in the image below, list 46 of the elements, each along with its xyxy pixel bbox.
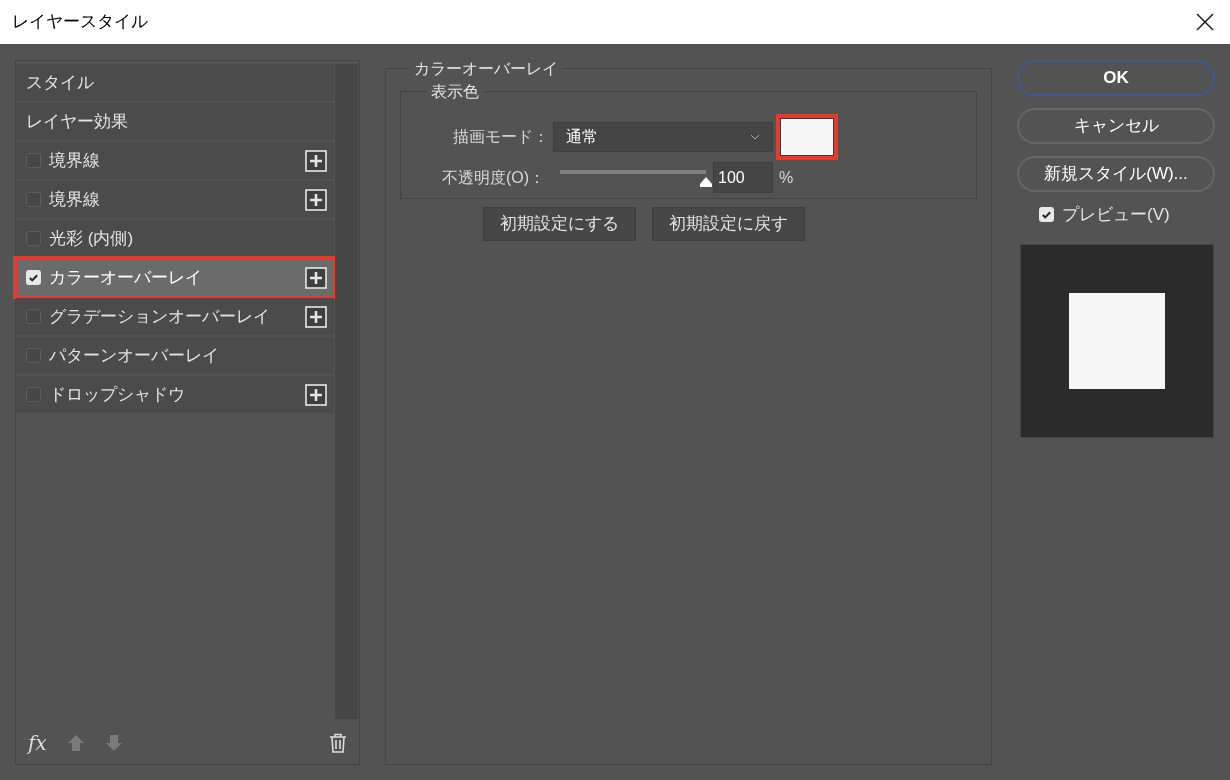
cancel-button[interactable]: キャンセル xyxy=(1017,108,1215,144)
reset-button[interactable]: 初期設定に戻す xyxy=(651,207,805,241)
plus-icon[interactable] xyxy=(305,383,327,406)
plus-icon[interactable] xyxy=(305,305,327,328)
style-label: 境界線 xyxy=(49,149,101,172)
style-list-item[interactable]: ドロップシャドウ xyxy=(16,376,334,413)
style-label: 境界線 xyxy=(49,188,101,211)
style-label: カラーオーバーレイ xyxy=(49,266,203,289)
style-list-item[interactable]: 光彩 (内側) xyxy=(16,220,334,257)
blend-mode-label: 描画モード： xyxy=(452,127,550,147)
style-label: グラデーションオーバーレイ xyxy=(49,305,271,328)
reset-button[interactable]: 初期設定にする xyxy=(482,207,636,241)
style-label: スタイル xyxy=(26,71,95,94)
opacity-input[interactable]: 100 xyxy=(713,162,773,193)
plus-icon[interactable] xyxy=(305,266,327,289)
style-list-item[interactable]: グラデーションオーバーレイ xyxy=(16,298,334,335)
style-label: レイヤー効果 xyxy=(26,110,129,133)
new-style-button[interactable]: 新規スタイル(W)... xyxy=(1017,156,1215,192)
style-label: 光彩 (内側) xyxy=(49,227,135,250)
preview-label: プレビュー(V) xyxy=(1062,204,1170,226)
blend-mode-dropdown[interactable]: 通常 xyxy=(553,122,773,152)
percent-unit: % xyxy=(779,167,794,188)
opacity-label: 不透明度(O)： xyxy=(440,167,546,188)
ok-button[interactable]: OK xyxy=(1017,60,1215,96)
style-list-item[interactable]: スタイル xyxy=(16,64,334,101)
style-list-item[interactable]: レイヤー効果 xyxy=(16,103,334,140)
plus-icon[interactable] xyxy=(305,188,327,211)
style-label: パターンオーバーレイ xyxy=(49,344,220,367)
plus-icon[interactable] xyxy=(305,149,327,172)
slider-thumb[interactable] xyxy=(699,175,713,188)
trash-icon[interactable] xyxy=(329,733,347,753)
window-title: レイヤースタイル xyxy=(12,11,148,34)
fx-menu-button[interactable]: fx xyxy=(28,728,47,758)
scrollbar[interactable] xyxy=(335,64,358,719)
close-icon[interactable] xyxy=(1196,13,1214,31)
checkbox[interactable] xyxy=(1039,207,1054,223)
style-list-item[interactable]: 境界線 xyxy=(16,181,334,218)
checkmark-icon xyxy=(1041,209,1052,221)
color-swatch[interactable] xyxy=(776,114,838,160)
style-list-item[interactable]: パターンオーバーレイ xyxy=(16,337,334,374)
chevron-down-icon xyxy=(750,134,760,140)
style-label: ドロップシャドウ xyxy=(49,383,186,406)
checkbox[interactable] xyxy=(26,270,41,285)
checkmark-icon xyxy=(28,272,39,283)
style-list-item[interactable]: カラーオーバーレイ xyxy=(16,259,334,296)
style-list-item[interactable]: 境界線 xyxy=(16,142,334,179)
